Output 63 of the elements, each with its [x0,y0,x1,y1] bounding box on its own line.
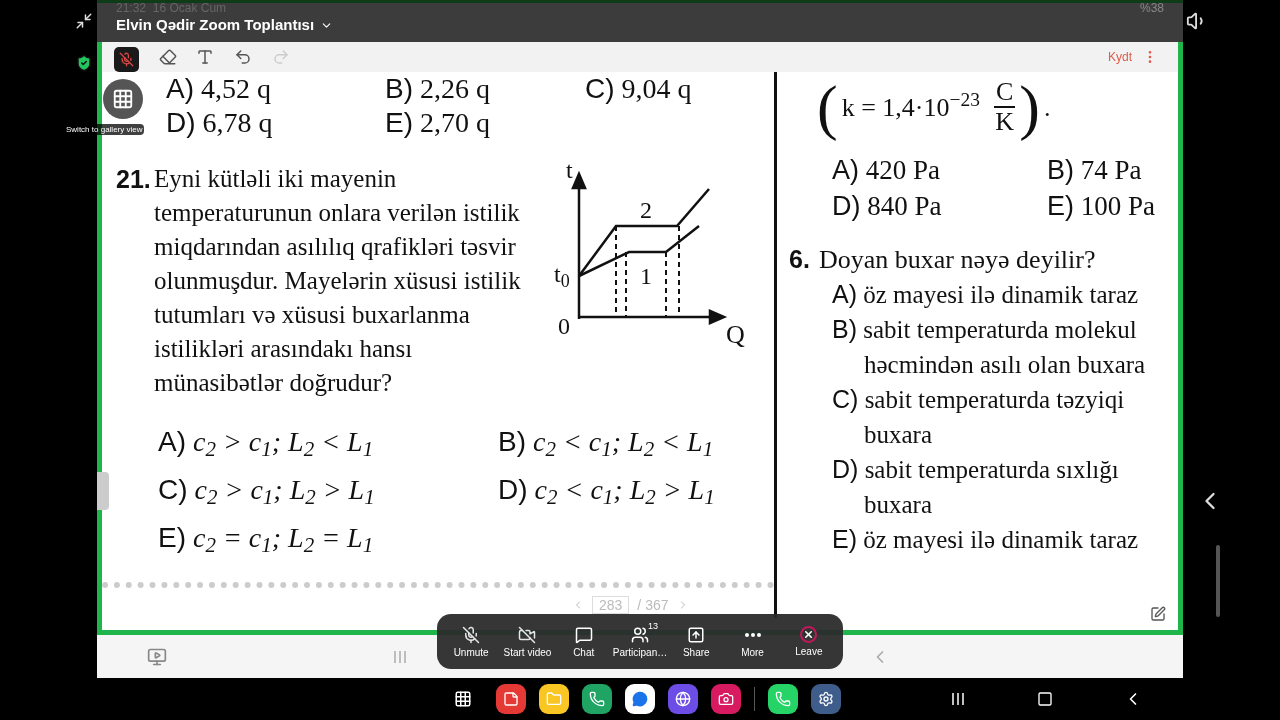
axis-label: t [566,158,573,182]
answer-option: B) c$_{2}$ < c$_{1}$; L$_{2}$ < L$_{1}$ [498,418,774,466]
mic-muted-badge[interactable] [114,47,139,72]
line-label: 2 [640,198,652,222]
answer-option: D) 6,78 q [166,106,385,140]
toolbar-button[interactable]: Leave [781,626,836,657]
chat-bubble-icon [574,625,593,644]
folder-app-icon[interactable] [539,684,569,714]
grid-icon [112,88,134,110]
question-number: 6. [789,244,811,275]
battery-level: %38 [1139,2,1164,14]
people-icon [631,625,649,644]
scrollbar [1216,545,1220,617]
meeting-title[interactable]: Elvin Qədir Zoom Toplantısı [116,14,315,37]
annotate-icon[interactable] [1150,606,1166,622]
answer-option: A) 420 Pa [832,152,1047,188]
globe-app-icon[interactable] [668,684,698,714]
gallery-hint: Switch to gallery view [64,124,145,135]
toolbar-button[interactable]: Start video [500,625,555,658]
microphone-icon [462,625,481,644]
answer-option: A) öz mayesi ilə dinamik taraz [832,277,1178,312]
line-label: 1 [640,264,652,288]
more-icon [744,632,761,637]
toolbar-button[interactable]: More [725,625,780,658]
camera-app-icon[interactable] [711,684,741,714]
messages-app-icon[interactable] [625,684,655,714]
eraser-icon[interactable] [159,48,177,66]
answer-option: E) 2,70 q [385,106,585,140]
answer-option: B) 74 Pa [1047,152,1178,188]
undo-icon[interactable] [234,48,252,66]
axis-label: Q [726,322,745,348]
question-text: Eyni kütləli iki mayenin temperaturunun onlara verilən istilik miqdarından asılılıq qrafikləri təsvir olunmuşdur. Mayelərin xüsusi istilik tutumları və xüsusi buxarlanma istilikləri arasındakı hansı münasibətlər doğrudur? [154,164,522,398]
question-number: 21. [116,164,152,195]
home-icon[interactable] [1037,691,1053,707]
answer-option: A) c$_{2}$ > c$_{1}$; L$_{2}$ < L$_{1}$ [158,418,498,466]
minimize-icon[interactable] [75,12,93,30]
answer-option: A) 4,52 q [166,72,385,106]
notes-app-icon[interactable] [496,684,526,714]
answer-option: E) 100 Pa [1047,188,1178,224]
answer-option: B) 2,26 q [385,72,585,106]
question-text: Doyan buxar nəyə deyilir? [819,244,1096,276]
answer-option: C) c$_{2}$ > c$_{1}$; L$_{2}$ > L$_{1}$ [158,466,498,514]
axis-label: 0 [558,314,570,338]
toolbar-button[interactable]: Share [669,625,724,658]
shield-check-icon [75,54,93,72]
settings-app-icon[interactable] [811,684,841,714]
answer-option: E) öz mayesi ilə dinamik taraz [832,522,1178,557]
answer-option: C) 9,04 q [585,72,774,106]
close-icon [803,629,815,640]
panel-handle[interactable] [97,472,109,510]
text-tool-icon[interactable] [196,48,214,66]
screen-icon[interactable] [147,646,167,667]
axis-label: t$_{0}$ [554,262,570,286]
toolbar-button[interactable]: Unmute [444,625,499,658]
answer-option: D) c$_{2}$ < c$_{1}$; L$_{2}$ > L$_{1}$ [498,466,774,514]
answer-option: E) c$_{2}$ = c$_{1}$; L$_{2}$ = L$_{1}$ [158,514,498,562]
video-camera-icon [518,625,537,644]
phone-app-icon[interactable] [582,684,612,714]
mic-off-icon [119,52,134,67]
apps-grid-icon[interactable] [454,690,472,708]
toolbar-button[interactable]: Chat [556,625,611,658]
page-total: / 367 [637,595,669,615]
answer-option: D) 840 Pa [832,188,1047,224]
